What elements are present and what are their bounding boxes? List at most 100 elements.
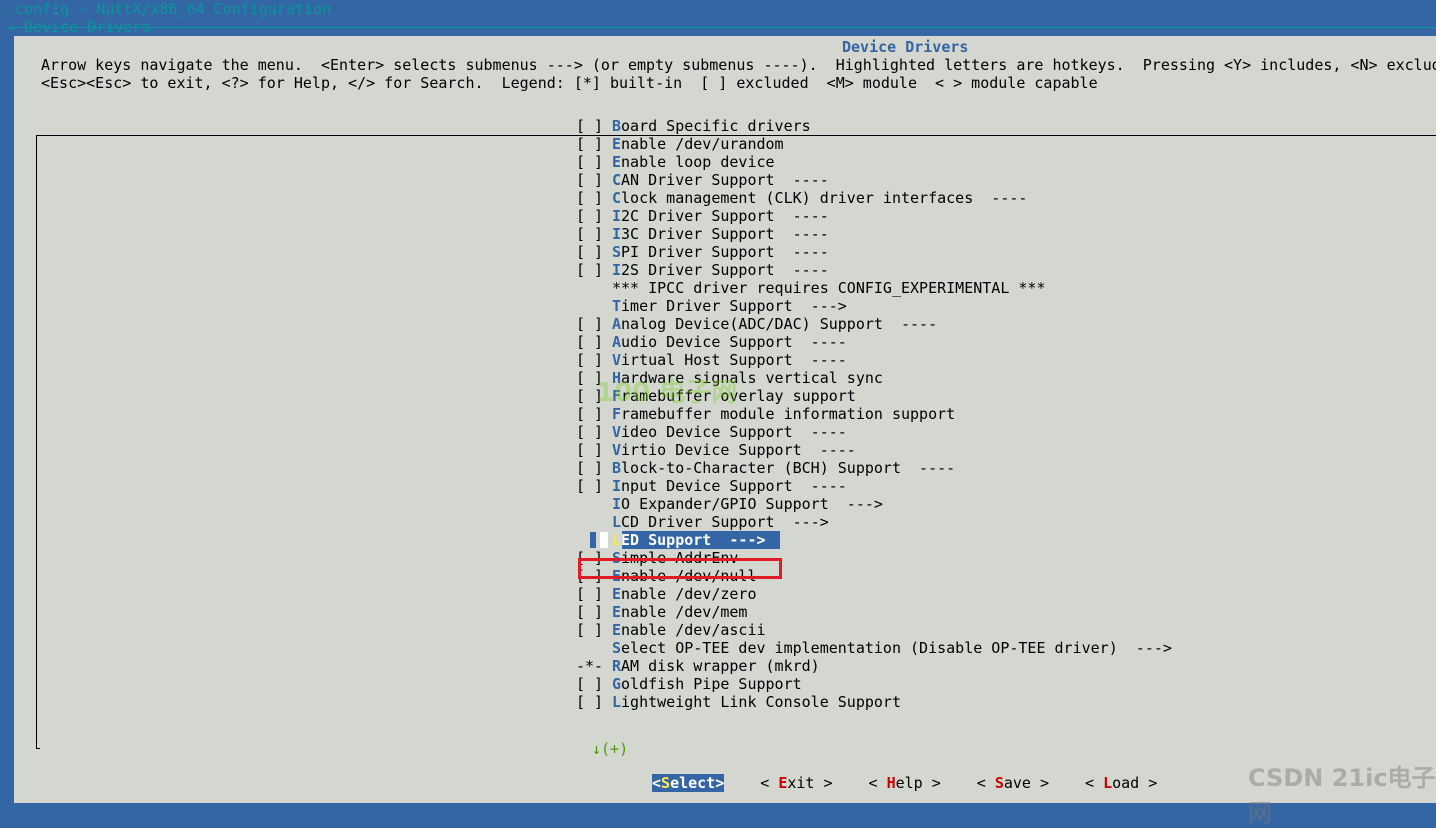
button-bracket: < bbox=[868, 774, 887, 792]
menu-item-label: Lightweight Link Console Support bbox=[612, 693, 901, 711]
menu-item[interactable]: [ ] CAN Driver Support ---- bbox=[576, 171, 1396, 189]
menu-item-text: ardware signals vertical sync bbox=[621, 369, 883, 387]
button-label: elp > bbox=[895, 774, 941, 792]
menu-item-hotkey: F bbox=[612, 387, 622, 405]
menu-item-hotkey: E bbox=[612, 567, 622, 585]
menu-item-checkbox[interactable]: [ ] bbox=[576, 369, 612, 387]
button-help[interactable]: < Help > bbox=[869, 774, 941, 792]
menu-item[interactable]: [ ] I3C Driver Support ---- bbox=[576, 225, 1396, 243]
menu-item[interactable]: [ ] Enable /dev/urandom bbox=[576, 135, 1396, 153]
menu-item[interactable]: -*- RAM disk wrapper (mkrd) bbox=[576, 657, 1396, 675]
menu-item[interactable]: [ ] Block-to-Character (BCH) Support ---- bbox=[576, 459, 1396, 477]
menu-item[interactable]: [ ] Goldfish Pipe Support bbox=[576, 675, 1396, 693]
menu-item-text: irtio Device Support ---- bbox=[621, 441, 856, 459]
menu-item-checkbox[interactable]: [ ] bbox=[576, 693, 612, 711]
menu-item[interactable]: *** IPCC driver requires CONFIG_EXPERIME… bbox=[576, 279, 1396, 297]
help-line-1: Arrow keys navigate the menu. <Enter> se… bbox=[41, 56, 1436, 74]
menu-item[interactable]: [ ] Video Device Support ---- bbox=[576, 423, 1396, 441]
window-title: .config - NuttX/x86_64 Configuration bbox=[6, 0, 332, 18]
menu-item-checkbox[interactable]: [ ] bbox=[576, 153, 612, 171]
menu-item-label: Block-to-Character (BCH) Support ---- bbox=[612, 459, 955, 477]
menu-item-checkbox[interactable]: [ ] bbox=[576, 423, 612, 441]
menu-item-text: nable loop device bbox=[621, 153, 775, 171]
menu-item-checkbox: -*- bbox=[576, 657, 604, 675]
menu-item[interactable]: [ ] Enable /dev/null bbox=[576, 567, 1396, 585]
menu-item-text: udio Device Support ---- bbox=[621, 333, 847, 351]
menu-item-checkbox[interactable]: [ ] bbox=[576, 189, 612, 207]
menu-item[interactable]: [ ] SPI Driver Support ---- bbox=[576, 243, 1396, 261]
menu-item-text: ramebuffer overlay support bbox=[621, 387, 856, 405]
menu-item[interactable]: [ ] Input Device Support ---- bbox=[576, 477, 1396, 495]
menu-item[interactable]: [ ] I2S Driver Support ---- bbox=[576, 261, 1396, 279]
menu-item-text: nable /dev/urandom bbox=[621, 135, 784, 153]
menu-item-checkbox[interactable]: [ ] bbox=[576, 567, 612, 585]
menu-item[interactable]: [ ] Framebuffer module information suppor… bbox=[576, 405, 1396, 423]
menu-item-hotkey: T bbox=[612, 297, 622, 315]
menu-item-checkbox[interactable]: [ ] bbox=[576, 387, 612, 405]
menu-item[interactable]: [ ] Enable /dev/ascii bbox=[576, 621, 1396, 639]
button-exit[interactable]: < Exit > bbox=[760, 774, 832, 792]
menu-item-checkbox[interactable]: [ ] bbox=[576, 477, 612, 495]
menu-item-text: PI Driver Support ---- bbox=[621, 243, 829, 261]
menu-item[interactable]: Select OP-TEE dev implementation (Disabl… bbox=[576, 639, 1396, 657]
button-load[interactable]: < Load > bbox=[1085, 774, 1157, 792]
menu-item-label: Virtio Device Support ---- bbox=[612, 441, 856, 459]
menu-item[interactable]: LCD Driver Support ---> bbox=[576, 513, 1396, 531]
menu-item-checkbox[interactable]: [ ] bbox=[576, 117, 612, 135]
menu-item-hotkey: V bbox=[612, 351, 622, 369]
menu-item[interactable]: [ ] Lightweight Link Console Support bbox=[576, 693, 1396, 711]
menu-list[interactable]: [ ] Board Specific drivers[ ] Enable /dev/… bbox=[576, 117, 1396, 711]
menu-item-checkbox[interactable]: [ ] bbox=[576, 315, 612, 333]
menu-item-checkbox[interactable]: [ ] bbox=[576, 675, 612, 693]
menu-item[interactable]: [ ] Framebuffer overlay support bbox=[576, 387, 1396, 405]
menu-item[interactable]: [ ] Virtio Device Support ---- bbox=[576, 441, 1396, 459]
menu-item[interactable]: [ ] Enable /dev/mem bbox=[576, 603, 1396, 621]
menu-item-text: imple AddrEnv bbox=[621, 549, 739, 567]
menu-item-checkbox[interactable]: [ ] bbox=[576, 441, 612, 459]
menu-item[interactable]: [ ] Clock management (CLK) driver interfa… bbox=[576, 189, 1396, 207]
menu-item-checkbox[interactable]: [ ] bbox=[576, 459, 612, 477]
menu-item-checkbox[interactable]: [ ] bbox=[576, 405, 612, 423]
menu-item-checkbox[interactable]: [ ] bbox=[576, 261, 612, 279]
button-hotkey: L bbox=[1103, 774, 1113, 792]
button-save[interactable]: < Save > bbox=[977, 774, 1049, 792]
menu-item-checkbox[interactable]: [ ] bbox=[576, 135, 612, 153]
menu-item-text: 3C Driver Support ---- bbox=[621, 225, 829, 243]
menu-item[interactable]: [ ] Enable loop device bbox=[576, 153, 1396, 171]
menu-item-label: Simple AddrEnv bbox=[612, 549, 738, 567]
menu-item-checkbox[interactable]: [ ] bbox=[576, 603, 612, 621]
menu-item-checkbox[interactable]: [ ] bbox=[576, 243, 612, 261]
menu-item-checkbox[interactable]: [ ] bbox=[576, 333, 612, 351]
menu-item[interactable]: [ ] Board Specific drivers bbox=[576, 117, 1396, 135]
menu-item[interactable]: [ ] I2C Driver Support ---- bbox=[576, 207, 1396, 225]
menu-item[interactable]: Timer Driver Support ---> bbox=[576, 297, 1396, 315]
menu-item-checkbox[interactable]: [ ] bbox=[576, 549, 612, 567]
menu-item[interactable]: [ ] Virtual Host Support ---- bbox=[576, 351, 1396, 369]
menu-item-text: elect OP-TEE dev implementation (Disable… bbox=[621, 639, 1172, 657]
menu-item-checkbox[interactable]: [ ] bbox=[576, 171, 612, 189]
menu-item-text: oard Specific drivers bbox=[621, 117, 811, 135]
menu-item-text: ightweight Link Console Support bbox=[621, 693, 901, 711]
menu-item-checkbox[interactable]: [ ] bbox=[576, 585, 612, 603]
menu-item-text: nable /dev/zero bbox=[621, 585, 757, 603]
menu-item[interactable]: [ ] Enable /dev/zero bbox=[576, 585, 1396, 603]
menu-item[interactable]: [ ] Simple AddrEnv bbox=[576, 549, 1396, 567]
menu-item-text: 2S Driver Support ---- bbox=[621, 261, 829, 279]
menu-item-checkbox[interactable]: [ ] bbox=[576, 207, 612, 225]
menu-item-hotkey: I bbox=[612, 207, 622, 225]
menu-item-hotkey: G bbox=[612, 675, 622, 693]
button-select[interactable]: <Select> bbox=[652, 774, 725, 792]
menu-item-label: Virtual Host Support ---- bbox=[612, 351, 847, 369]
menu-item-checkbox[interactable]: [ ] bbox=[576, 621, 612, 639]
menu-item[interactable]: IO Expander/GPIO Support ---> bbox=[576, 495, 1396, 513]
menu-item-hotkey: I bbox=[612, 261, 622, 279]
menu-item-hotkey: C bbox=[612, 189, 622, 207]
menu-item[interactable]: [ ] Hardware signals vertical sync bbox=[576, 369, 1396, 387]
menu-item[interactable]: [ ] Audio Device Support ---- bbox=[576, 333, 1396, 351]
menu-item-hotkey: I bbox=[612, 495, 622, 513]
menu-item-checkbox[interactable]: [ ] bbox=[576, 351, 612, 369]
menu-item-label: Select OP-TEE dev implementation (Disabl… bbox=[612, 639, 1172, 657]
menu-item[interactable]: [ ] Analog Device(ADC/DAC) Support ---- bbox=[576, 315, 1396, 333]
menu-item-selected[interactable]: LED Support ---> bbox=[576, 531, 1396, 549]
menu-item-checkbox[interactable]: [ ] bbox=[576, 225, 612, 243]
